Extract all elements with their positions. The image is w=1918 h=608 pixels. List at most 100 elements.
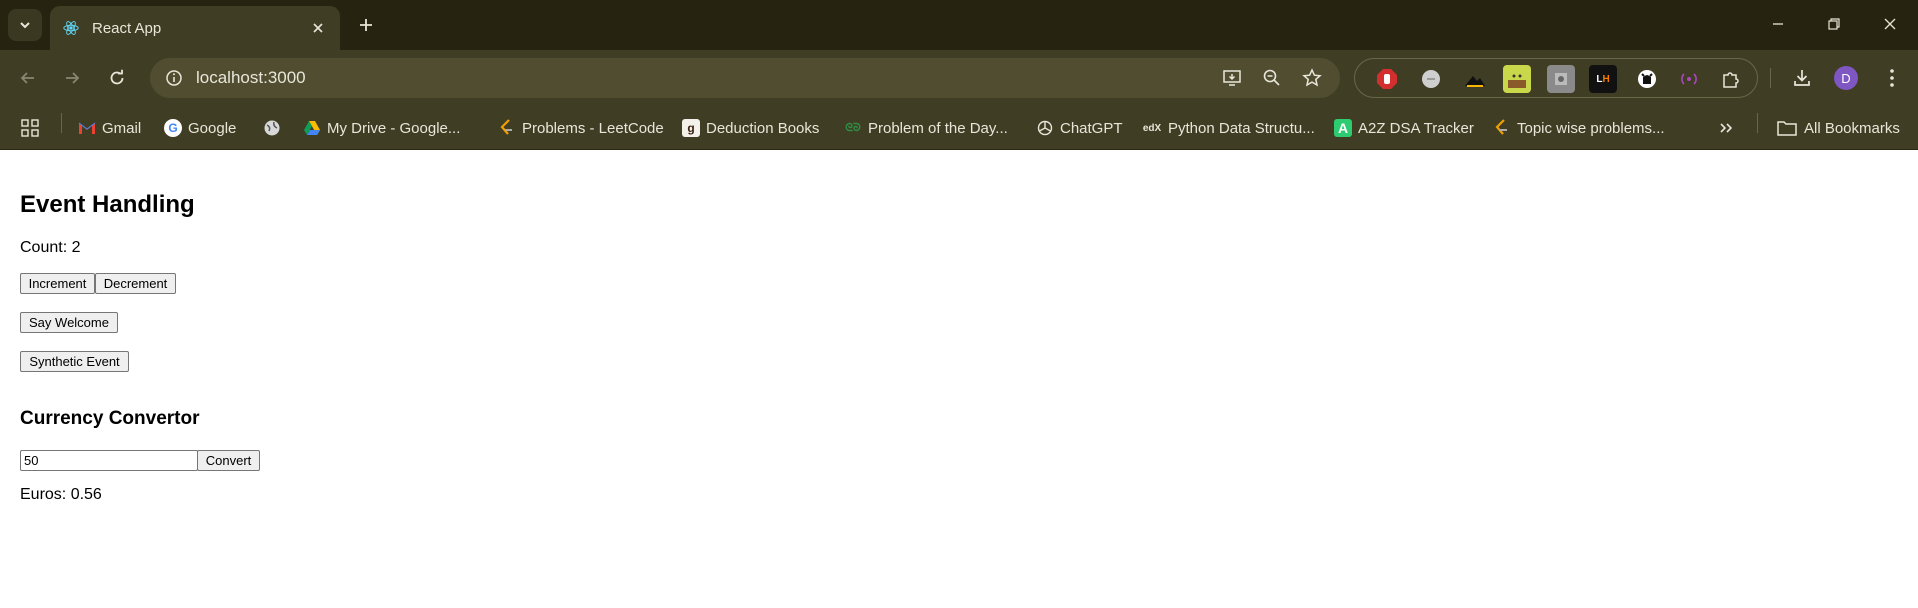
increment-button[interactable]: Increment [20,273,95,294]
bookmark-label: Python Data Structu... [1168,119,1315,137]
bookmark-label: Problem of the Day... [868,119,1008,137]
reload-button[interactable] [99,60,135,96]
browser-menu-button[interactable] [1874,60,1910,96]
stop-hand-icon [1377,69,1397,89]
install-icon [1223,70,1241,86]
extension-broadcast[interactable] [1675,65,1703,93]
minimize-button[interactable] [1750,6,1806,42]
browser-toolbar: localhost:3000 LH D [0,50,1918,106]
goodreads-icon: g [682,119,700,137]
bookmark-topic-wise-problems[interactable]: Topic wise problems... [1493,114,1665,142]
bookmark-label: A2Z DSA Tracker [1358,119,1474,137]
extensions-menu-button[interactable] [1717,65,1745,93]
euros-result: Euros: 0.56 [20,486,102,503]
bookmark-problem-of-the-day[interactable]: ᘓᘐ Problem of the Day... [844,114,1008,142]
downloads-button[interactable] [1784,60,1820,96]
arrow-right-icon [66,72,80,84]
info-icon [166,70,182,86]
github-icon [1638,70,1656,88]
google-icon: G [164,119,182,137]
all-bookmarks-label: All Bookmarks [1804,119,1900,137]
drive-icon [303,119,321,137]
bookmark-label: Problems - LeetCode [522,119,664,137]
bookmark-a2z-dsa-tracker[interactable]: A A2Z DSA Tracker [1334,114,1474,142]
extension-lh[interactable]: LH [1589,65,1617,93]
globe-icon [263,119,281,137]
chatgpt-icon [1036,119,1054,137]
close-icon [313,23,323,33]
lh-icon: LH [1596,73,1610,85]
bookmark-label: Google [188,119,237,137]
extension-dark[interactable] [1461,65,1489,93]
edx-icon: edX [1142,122,1162,134]
restore-button[interactable] [1806,6,1862,42]
minimize-icon [1773,23,1783,25]
profile-avatar[interactable]: D [1834,66,1858,90]
gmail-icon [78,119,96,137]
bookmark-label: Deduction Books [706,119,820,137]
extension-green[interactable] [1503,65,1531,93]
more-bookmarks-button[interactable] [1718,114,1734,142]
tab-react-app[interactable]: React App [50,6,340,50]
bookmark-globe[interactable] [263,114,287,142]
bookmark-google[interactable]: G Google [164,114,236,142]
bookmark-label: ChatGPT [1060,119,1123,137]
bookmarks-bar: Gmail G Google My Drive - Google... Prob… [0,106,1918,150]
address-bar[interactable]: localhost:3000 [150,58,1340,98]
bookmark-gmail[interactable]: Gmail [78,114,141,142]
tab-close-button[interactable] [304,14,332,42]
bookmark-my-drive[interactable]: My Drive - Google... [303,114,460,142]
extension-circle[interactable] [1417,65,1445,93]
tab-title: React App [92,19,162,37]
close-window-button[interactable] [1862,6,1918,42]
url-text: localhost:3000 [196,68,306,87]
event-handling-heading: Event Handling [20,191,195,218]
leetcode-icon [1493,119,1511,137]
bookmark-star-button[interactable] [1296,62,1328,94]
star-icon [1302,68,1322,87]
bookmark-chatgpt[interactable]: ChatGPT [1036,114,1123,142]
broadcast-icon [1681,73,1697,85]
count-text: Count: 2 [20,239,81,256]
chevron-double-right-icon [1720,123,1733,133]
leetcode-icon [498,119,516,137]
back-button[interactable] [10,60,46,96]
a2z-icon: A [1334,119,1352,137]
extension-gray[interactable] [1547,65,1575,93]
mountain-icon [1465,76,1485,87]
all-bookmarks-button[interactable]: All Bookmarks [1776,114,1900,142]
extension-github[interactable] [1633,65,1661,93]
reload-icon [110,69,124,85]
chevron-down-icon [20,22,30,29]
bookmark-python-data-structures[interactable]: edX Python Data Structu... [1142,114,1315,142]
extension-adblock[interactable] [1373,65,1401,93]
zoom-out-icon [1263,69,1280,86]
extensions-group: LH [1354,58,1758,98]
forward-button[interactable] [54,60,90,96]
plus-icon [360,19,372,31]
gfg-icon: ᘓᘐ [845,121,861,134]
bookmarks-divider [61,113,62,133]
amount-input[interactable]: 50 [20,450,198,471]
synthetic-event-button[interactable]: Synthetic Event [20,351,129,372]
circle-extension-icon [1422,70,1440,88]
say-welcome-button[interactable]: Say Welcome [20,312,118,333]
site-info-button[interactable] [154,58,194,98]
bookmark-leetcode[interactable]: Problems - LeetCode [498,114,664,142]
install-app-button[interactable] [1216,62,1248,94]
decrement-button[interactable]: Decrement [95,273,176,294]
apps-grid-icon [21,119,39,137]
tab-strip: React App [0,0,1918,50]
convert-button[interactable]: Convert [197,450,260,471]
arrow-left-icon [20,72,34,84]
tab-search-button[interactable] [8,9,42,41]
toolbar-divider [1770,68,1771,88]
bookmark-label: Topic wise problems... [1517,119,1665,137]
box-icon [1555,73,1567,85]
bookmark-deduction-books[interactable]: g Deduction Books [682,114,819,142]
more-vertical-icon [1890,69,1894,87]
zoom-button[interactable] [1256,62,1288,94]
apps-button[interactable] [20,114,40,142]
close-icon [1884,18,1896,30]
new-tab-button[interactable] [350,9,382,41]
